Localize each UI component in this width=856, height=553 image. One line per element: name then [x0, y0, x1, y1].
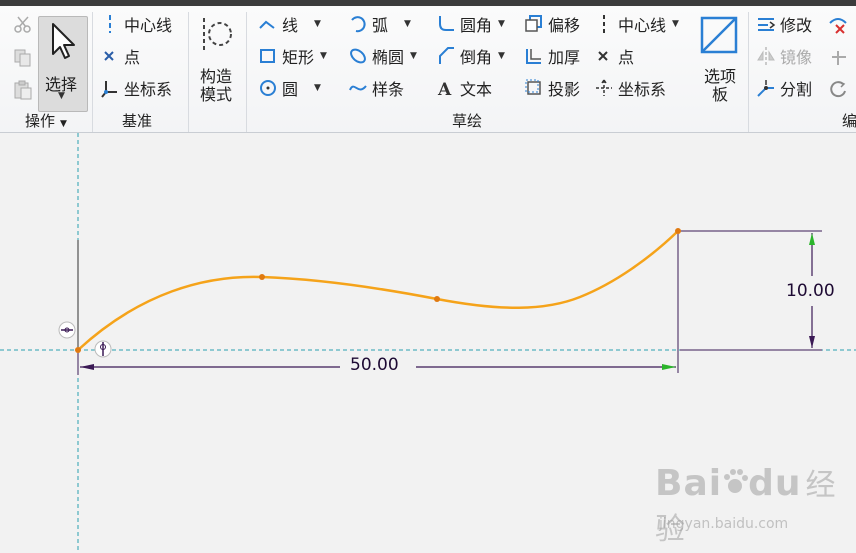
- chevron-down-icon[interactable]: ▼: [314, 83, 321, 93]
- chevron-down-icon[interactable]: ▼: [498, 51, 505, 61]
- baidu-watermark: Bai du 经验 jingyan.baidu.com: [655, 463, 836, 547]
- spline-curve[interactable]: [77, 230, 679, 351]
- datum-centerline-button[interactable]: 中心线: [100, 12, 172, 36]
- horizontal-dimension-value[interactable]: 50.00: [350, 355, 399, 375]
- chevron-down-icon: ▼: [60, 119, 67, 129]
- chevron-down-icon[interactable]: ▼: [498, 19, 505, 29]
- group-divider: [92, 12, 93, 132]
- copy-icon[interactable]: [12, 48, 34, 68]
- cut-icon[interactable]: [12, 14, 34, 34]
- sketch-centerline-button[interactable]: 中心线 ▼: [594, 12, 679, 36]
- chevron-down-icon[interactable]: ▼: [672, 19, 679, 29]
- spline-button[interactable]: 样条: [348, 76, 404, 100]
- group-label-datum: 基准: [122, 112, 153, 130]
- arrowhead: [809, 233, 815, 245]
- arc-icon: [348, 14, 368, 34]
- thicken-icon: [524, 46, 544, 66]
- paste-icon[interactable]: [12, 80, 34, 100]
- sketch-coordinate-system-button[interactable]: 坐标系: [594, 76, 666, 100]
- mirror-button[interactable]: 镜像: [756, 44, 812, 68]
- divide-button[interactable]: 分割: [756, 76, 812, 100]
- construction-mode-icon: [194, 14, 238, 54]
- corner-icon[interactable]: [828, 47, 848, 71]
- sketch-point-button[interactable]: 点: [594, 44, 634, 68]
- select-button[interactable]: 选择 ▼: [38, 16, 88, 112]
- palette-button[interactable]: 选项 板: [698, 14, 742, 104]
- group-label-operations[interactable]: 操作 ▼: [25, 110, 67, 131]
- arc-button[interactable]: 弧 ▼: [348, 12, 411, 36]
- fillet-icon: [436, 14, 456, 34]
- svg-text:A: A: [437, 80, 452, 98]
- arrowhead: [80, 364, 94, 370]
- modify-icon: [756, 14, 776, 34]
- centerline-icon: [594, 14, 614, 34]
- chevron-down-icon[interactable]: ▼: [320, 51, 327, 61]
- datum-coordinate-system-button[interactable]: 坐标系: [100, 76, 172, 100]
- spline-point[interactable]: [434, 296, 440, 302]
- vertical-dimension-value[interactable]: 10.00: [786, 281, 835, 301]
- circle-icon: [258, 78, 278, 98]
- spline-point[interactable]: [259, 274, 265, 280]
- datum-point-button[interactable]: 点: [100, 44, 140, 68]
- group-divider: [748, 12, 749, 132]
- rectangle-button[interactable]: 矩形 ▼: [258, 44, 327, 68]
- offset-button[interactable]: 偏移: [524, 12, 580, 36]
- chamfer-icon: [436, 46, 456, 66]
- group-divider: [246, 12, 247, 132]
- group-label-edit: 编: [842, 112, 856, 130]
- project-button[interactable]: 投影: [524, 76, 580, 100]
- construction-mode-button[interactable]: 构造 模式: [194, 14, 238, 104]
- group-label-sketch: 草绘: [452, 112, 483, 130]
- coordinate-system-icon: [100, 78, 120, 98]
- chevron-down-icon[interactable]: ▼: [404, 19, 411, 29]
- line-button[interactable]: 线 ▼: [258, 12, 321, 36]
- point-x-icon: [100, 46, 120, 66]
- offset-icon: [524, 14, 544, 34]
- divide-icon: [756, 78, 776, 98]
- project-icon: [524, 78, 544, 98]
- ellipse-button[interactable]: 椭圆 ▼: [348, 44, 417, 68]
- spline-point[interactable]: [75, 347, 81, 353]
- circle-button[interactable]: 圆 ▼: [258, 76, 321, 100]
- delete-segment-icon[interactable]: [828, 15, 848, 39]
- rotate-resize-icon[interactable]: [828, 79, 848, 103]
- spline-point[interactable]: [675, 228, 681, 234]
- chevron-down-icon: ▼: [58, 91, 65, 101]
- text-button[interactable]: A 文本: [436, 76, 492, 100]
- modify-button[interactable]: 修改: [756, 12, 812, 36]
- coordinate-system-icon: [594, 78, 614, 98]
- chamfer-button[interactable]: 倒角 ▼: [436, 44, 505, 68]
- ellipse-icon: [348, 46, 368, 66]
- thicken-button[interactable]: 加厚: [524, 44, 580, 68]
- rectangle-icon: [258, 46, 278, 66]
- line-icon: [258, 14, 278, 34]
- sketch-canvas[interactable]: 50.00 10.00 Bai du 经验 jingyan.baidu.com: [0, 133, 856, 553]
- paw-logo-icon: [722, 467, 749, 493]
- group-divider: [188, 12, 189, 132]
- chevron-down-icon[interactable]: ▼: [410, 51, 417, 61]
- arrow-cursor-icon: [48, 21, 78, 65]
- tangent-constraint-icon[interactable]: [94, 340, 112, 358]
- mirror-icon: [756, 46, 776, 66]
- spline-icon: [348, 78, 368, 98]
- ribbon-toolbar: 选择 ▼ 操作 ▼ 中心线 点 坐标系 基准 构造 模式 线 ▼ 矩形 ▼ 圆 ▼: [0, 6, 856, 133]
- arrowhead: [809, 336, 815, 348]
- fillet-button[interactable]: 圆角 ▼: [436, 12, 505, 36]
- chevron-down-icon[interactable]: ▼: [314, 19, 321, 29]
- centerline-icon: [100, 14, 120, 34]
- arrowhead: [662, 364, 676, 370]
- point-x-icon: [594, 46, 614, 66]
- palette-icon: [698, 14, 742, 58]
- text-a-icon: A: [436, 78, 456, 98]
- horizontal-constraint-icon[interactable]: [58, 321, 76, 339]
